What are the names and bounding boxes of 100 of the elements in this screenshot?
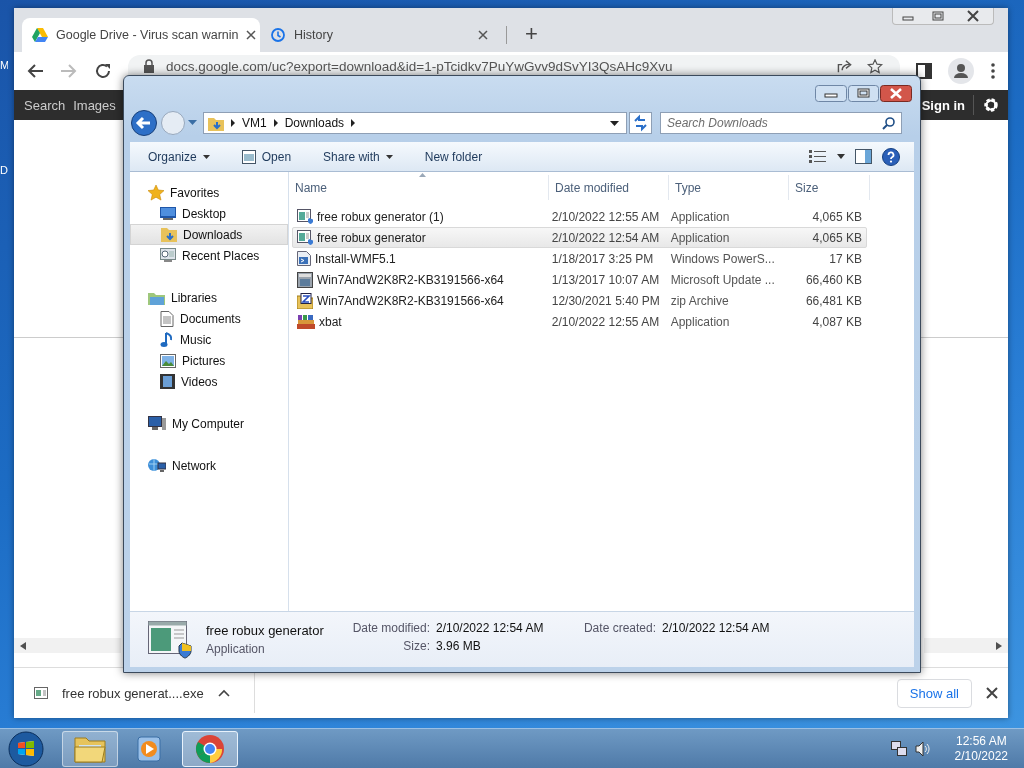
lock-icon <box>144 59 154 74</box>
nav-link[interactable]: Search <box>24 97 66 113</box>
volume-icon[interactable] <box>914 740 931 757</box>
minimize-icon[interactable] <box>815 85 847 102</box>
close-icon[interactable] <box>478 30 488 40</box>
dropdown-arrow-icon[interactable] <box>610 120 619 126</box>
breadcrumb-item[interactable]: Downloads <box>284 116 345 130</box>
folder-icon <box>208 115 224 131</box>
share-icon[interactable] <box>836 59 854 74</box>
table-cell-text: Application <box>669 314 731 329</box>
scrollbar-track[interactable] <box>14 638 121 653</box>
navigation-item[interactable]: Videos <box>130 371 288 392</box>
navigation-item[interactable]: Desktop <box>130 203 288 224</box>
navigation-item[interactable]: Downloads <box>130 224 288 245</box>
profile-avatar-icon[interactable] <box>948 58 974 84</box>
new-tab-button[interactable]: + <box>525 23 538 45</box>
network-icon <box>148 458 166 473</box>
settings-icon[interactable] <box>982 96 1000 114</box>
taskbar-button[interactable] <box>182 730 238 767</box>
file-name[interactable]: free robux generator (1) <box>317 209 444 224</box>
navigation-item[interactable]: Documents <box>130 308 288 329</box>
reload-icon[interactable] <box>94 62 112 80</box>
file-name[interactable]: xbat <box>319 314 342 329</box>
field-value: 2/10/2022 12:54 AM <box>662 621 771 635</box>
caret-icon <box>385 154 393 159</box>
search-icon[interactable] <box>882 117 895 130</box>
chrome-logo-icon <box>195 733 225 764</box>
caret-icon <box>202 154 210 159</box>
show-all-button[interactable]: Show all <box>896 678 972 708</box>
star-icon[interactable] <box>866 59 884 74</box>
media-player-icon <box>136 734 164 763</box>
table-cell-text: 1/18/2017 3:25 PM <box>550 251 655 266</box>
table-cell-text: 4,087 KB <box>811 314 863 329</box>
left-arrow-icon[interactable] <box>20 641 26 650</box>
history-icon <box>270 27 286 43</box>
sidebar-icon[interactable] <box>916 63 932 79</box>
file-name[interactable]: Win7AndW2K8R2-KB3191566-x64 <box>317 293 504 308</box>
navigation-item[interactable]: Libraries <box>130 287 288 308</box>
caret-up-icon[interactable] <box>217 689 230 697</box>
caret-right-icon <box>231 119 235 127</box>
menu-icon[interactable] <box>990 62 996 80</box>
search-field[interactable]: Search Downloads <box>660 112 902 134</box>
toolbar-button[interactable]: Open <box>235 146 298 167</box>
column-header[interactable]: Name <box>289 175 549 200</box>
download-file-name[interactable]: free robux generat....exe <box>62 685 204 701</box>
caret-icon[interactable] <box>837 154 845 159</box>
sign-in-link[interactable]: Sign in <box>921 97 965 113</box>
navigation-item[interactable]: Pictures <box>130 350 288 371</box>
desktop-icon-label: M <box>0 58 8 72</box>
network-icon[interactable] <box>890 740 907 757</box>
start-orb-icon[interactable] <box>8 730 44 767</box>
details-view-icon[interactable] <box>809 149 827 164</box>
application-icon <box>297 209 313 224</box>
nav-link[interactable]: Images <box>73 97 116 113</box>
table-cell-text: zip Archive <box>669 293 730 308</box>
right-arrow-icon[interactable] <box>996 641 1002 650</box>
column-header[interactable]: Size <box>789 175 870 200</box>
help-icon[interactable] <box>882 147 900 166</box>
field-label: Date modified: <box>351 621 430 635</box>
star-icon <box>148 184 164 201</box>
close-icon[interactable] <box>880 85 912 102</box>
toolbar-button[interactable]: New folder <box>418 146 489 167</box>
music-note-icon <box>160 331 174 348</box>
file-name[interactable]: Install-WMF5.1 <box>315 251 396 266</box>
toolbar-button[interactable]: Share with <box>317 146 399 167</box>
file-name[interactable]: free robux generator <box>317 230 426 245</box>
back-arrow-icon[interactable] <box>26 63 44 79</box>
refresh-icon[interactable] <box>629 112 652 134</box>
column-header[interactable]: Date modified <box>549 175 669 200</box>
breadcrumb-item[interactable]: VM1 <box>242 116 267 130</box>
navigation-item[interactable]: My Computer <box>130 413 288 434</box>
address-bar[interactable]: docs.google.com/uc?export=download&id=1-pTcidkv7PuYwGvv9dSvYI3QsAHc9Xvu <box>128 55 900 76</box>
navigation-item[interactable]: Network <box>130 455 288 476</box>
field-value: 3.96 MB <box>436 639 482 653</box>
tab-title: History <box>294 28 334 42</box>
desktop-icon-label: D <box>0 163 8 177</box>
file-type: Application <box>206 642 266 656</box>
back-button-icon[interactable] <box>130 109 158 137</box>
navigation-item[interactable]: Recent Places <box>130 245 288 266</box>
scrollbar-track[interactable] <box>924 638 1008 653</box>
address-bar[interactable]: VM1 Downloads <box>203 112 627 134</box>
selected-file-row[interactable]: free robux generator 2/10/2022 12:54 AM Application 4,065 KB <box>292 227 867 248</box>
books-icon <box>297 314 315 329</box>
column-header[interactable]: Type <box>669 175 789 200</box>
clock[interactable]: 12:56 AM 2/10/2022 <box>946 733 1016 764</box>
application-icon <box>297 230 313 245</box>
file-name[interactable]: Win7AndW2K8R2-KB3191566-x64 <box>317 272 504 287</box>
navigation-item[interactable]: Favorites <box>130 182 288 203</box>
folder-icon <box>74 734 106 763</box>
close-icon[interactable] <box>986 687 998 699</box>
close-icon[interactable] <box>246 30 257 40</box>
navigation-item[interactable]: Music <box>130 329 288 350</box>
film-strip-icon <box>160 374 175 389</box>
toolbar-button[interactable]: Organize <box>142 146 216 167</box>
url-text: docs.google.com/uc?export=download&id=1-pTcidkv7PuYwGvv9dSvYI3QsAHc9Xvu <box>166 59 673 74</box>
recent-places-icon <box>160 248 176 263</box>
preview-pane-icon[interactable] <box>855 149 872 164</box>
file-name: free robux generator <box>206 623 325 638</box>
browser-tab[interactable]: Google Drive - Virus scan warnin <box>22 18 260 52</box>
browser-tab[interactable]: History <box>260 18 498 52</box>
